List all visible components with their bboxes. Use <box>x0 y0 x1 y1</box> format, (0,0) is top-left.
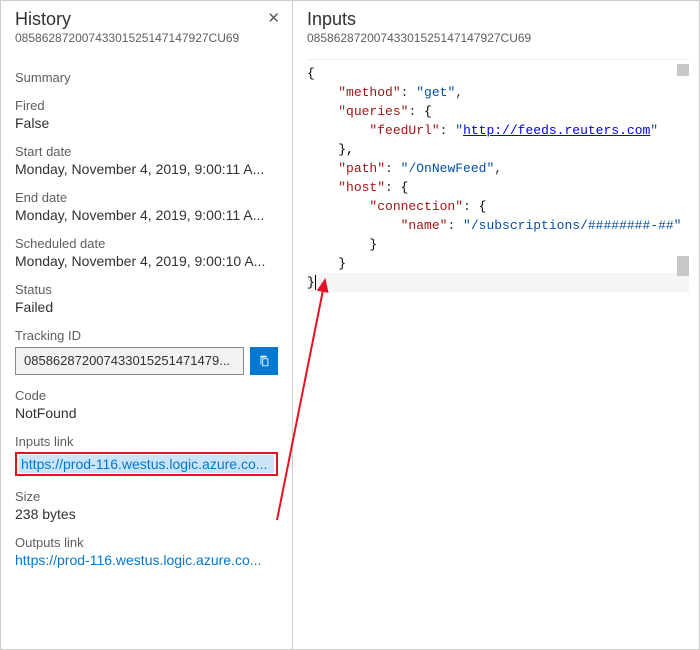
status-value: Failed <box>15 299 278 315</box>
scrollbar-thumb-top[interactable] <box>677 64 689 76</box>
end-date-label: End date <box>15 190 278 205</box>
tracking-id-label: Tracking ID <box>15 328 278 343</box>
start-date-label: Start date <box>15 144 278 159</box>
outputs-link-label: Outputs link <box>15 535 278 550</box>
tracking-id-input[interactable]: 085862872007433015251471479... <box>15 347 244 375</box>
end-date-value: Monday, November 4, 2019, 9:00:11 A... <box>15 207 278 223</box>
inputs-title: Inputs <box>307 9 685 30</box>
status-label: Status <box>15 282 278 297</box>
inputs-run-id: 08586287200743301525147147927CU69 <box>307 31 685 45</box>
json-viewer[interactable]: { "method": "get", "queries": { "feedUrl… <box>307 59 689 649</box>
copy-icon <box>257 354 271 368</box>
history-title: History <box>15 9 278 30</box>
fired-label: Fired <box>15 98 278 113</box>
scrollbar-thumb-side[interactable] <box>677 256 689 276</box>
scheduled-date-label: Scheduled date <box>15 236 278 251</box>
inputs-header: Inputs 08586287200743301525147147927CU69 <box>293 1 699 51</box>
inputs-pane: Inputs 08586287200743301525147147927CU69… <box>293 1 699 649</box>
summary-label: Summary <box>15 70 278 85</box>
inputs-link-highlight: https://prod-116.westus.logic.azure.co..… <box>15 452 278 476</box>
inputs-link-label: Inputs link <box>15 434 278 449</box>
history-run-id: 08586287200743301525147147927CU69 <box>15 31 278 45</box>
code-label: Code <box>15 388 278 403</box>
copy-button[interactable] <box>250 347 278 375</box>
fired-value: False <box>15 115 278 131</box>
size-value: 238 bytes <box>15 506 278 522</box>
inputs-link[interactable]: https://prod-116.westus.logic.azure.co..… <box>19 455 274 473</box>
outputs-link[interactable]: https://prod-116.westus.logic.azure.co..… <box>15 552 278 568</box>
start-date-value: Monday, November 4, 2019, 9:00:11 A... <box>15 161 278 177</box>
history-pane: History 08586287200743301525147147927CU6… <box>1 1 293 649</box>
history-header: History 08586287200743301525147147927CU6… <box>1 1 292 51</box>
size-label: Size <box>15 489 278 504</box>
code-value: NotFound <box>15 405 278 421</box>
scheduled-date-value: Monday, November 4, 2019, 9:00:10 A... <box>15 253 278 269</box>
close-icon[interactable]: ✕ <box>267 9 280 27</box>
